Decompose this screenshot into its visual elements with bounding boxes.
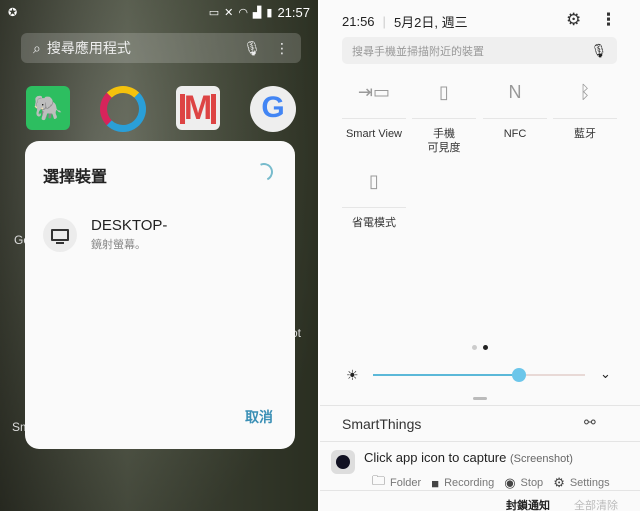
tile-label: 省電模式 (352, 217, 396, 229)
tile-label: NFC (503, 128, 527, 140)
select-device-dialog: 選擇裝置 DESKTOP- 鏡射螢幕。 取消 (25, 141, 295, 449)
smartthings-settings-icon[interactable]: ⚯ (584, 414, 596, 431)
more-options-icon[interactable]: ⋮ (600, 10, 617, 30)
brightness-slider[interactable] (373, 368, 585, 382)
smart-view-icon: ⇥▭ (357, 82, 391, 102)
gear-icon: ⚙ (553, 475, 565, 490)
stop-icon: ◉ (504, 475, 516, 490)
cancel-button[interactable]: 取消 (245, 407, 273, 427)
action-label: Recording (444, 477, 495, 489)
action-label: Stop (520, 477, 544, 489)
home-screen: ✪ ▭ ✕ ◠ ▟ ▮ 21:57 ⌕ 搜尋應用程式 🎙 ⋮ 🐘 G Go Sm… (0, 0, 318, 511)
device-subtitle: 鏡射螢幕。 (91, 239, 146, 251)
notification-app-name: (Screenshot) (509, 453, 573, 465)
tile-power-saving[interactable]: ▯ 省電模式 (342, 167, 406, 230)
stop-button[interactable]: ◉ Stop (504, 475, 543, 491)
more-options-icon[interactable]: ⋮ (275, 40, 289, 57)
device-item[interactable]: DESKTOP- 鏡射螢幕。 (43, 217, 167, 252)
brightness-icon: ☀ (346, 367, 359, 383)
tile-smart-view[interactable]: ⇥▭ Smart View (342, 78, 406, 141)
mic-icon[interactable]: 🎙 (590, 43, 607, 59)
power-saving-icon: ▯ (369, 171, 379, 191)
brightness-slider-thumb[interactable] (512, 368, 527, 382)
panel-date: 5月2日, 週三 (393, 15, 468, 30)
mic-icon[interactable]: 🎙 (243, 40, 261, 57)
phone-visibility-icon: ▯ (439, 82, 449, 102)
notification-title[interactable]: Click app icon to capture (Screenshot) (364, 450, 573, 465)
tile-nfc[interactable]: N NFC (483, 78, 547, 141)
page-dot-active[interactable] (483, 345, 488, 350)
notification-panel: 21:56 | 5月2日, 週三 ⚙ ⋮ 搜尋手機並掃描附近的裝置 🎙 ⇥▭ S… (320, 0, 640, 512)
settings-button[interactable]: ⚙ Settings (553, 475, 609, 491)
device-name: DESKTOP- (91, 217, 168, 234)
page-dot[interactable] (472, 345, 477, 350)
action-label: Settings (569, 477, 610, 489)
search-icon: ⌕ (33, 39, 41, 56)
settings-gear-icon[interactable]: ⚙ (566, 10, 581, 30)
status-bar: ✪ ▭ ✕ ◠ ▟ ▮ 21:57 (8, 4, 310, 20)
smartthings-label[interactable]: SmartThings (342, 416, 421, 432)
tile-bluetooth[interactable]: ᛒ 藍牙 (553, 78, 617, 141)
notification-app-icon: ✪ (8, 6, 18, 19)
gmail-app-icon[interactable] (176, 86, 220, 130)
video-camera-icon: ■ (431, 475, 440, 491)
device-search-placeholder: 搜尋手機並掃描附近的裝置 (352, 45, 484, 58)
cast-icon: ▭ (208, 6, 220, 19)
dialog-title: 選擇裝置 (43, 169, 108, 186)
device-search-bar[interactable]: 搜尋手機並掃描附近的裝置 🎙 (342, 37, 617, 64)
action-label: Folder (390, 477, 422, 489)
tv-icon (43, 217, 77, 252)
google-app-icon[interactable]: G (250, 86, 296, 132)
nfc-icon: N (508, 82, 522, 102)
tile-label: 藍牙 (574, 128, 596, 140)
screenshot-app-icon[interactable] (331, 450, 355, 474)
tile-label: Smart View (345, 128, 403, 140)
evernote-app-icon[interactable]: 🐘 (26, 86, 70, 130)
app-search-bar[interactable]: ⌕ 搜尋應用程式 🎙 ⋮ (21, 33, 301, 63)
bluetooth-icon: ᛒ (579, 82, 591, 102)
notification-text: Click app icon to capture (364, 450, 507, 465)
battery-icon: ▮ (266, 6, 273, 19)
tile-phone-visibility[interactable]: ▯ 手機 可見度 (412, 78, 476, 155)
chevron-down-icon[interactable]: ⌄ (600, 366, 611, 382)
wifi-icon: ◠ (238, 6, 248, 19)
tile-label: 手機 可見度 (427, 128, 461, 154)
page-indicator (472, 345, 488, 350)
ring-app-icon[interactable] (100, 86, 146, 132)
app-search-placeholder: 搜尋應用程式 (46, 40, 131, 56)
signal-icon: ▟ (252, 6, 262, 19)
panel-drag-handle[interactable] (473, 397, 487, 400)
loading-spinner-icon (252, 160, 276, 184)
mute-icon: ✕ (224, 6, 234, 19)
panel-time: 21:56 (342, 14, 375, 29)
status-time: 21:57 (277, 4, 310, 20)
recording-button[interactable]: ■ Recording (431, 476, 494, 491)
